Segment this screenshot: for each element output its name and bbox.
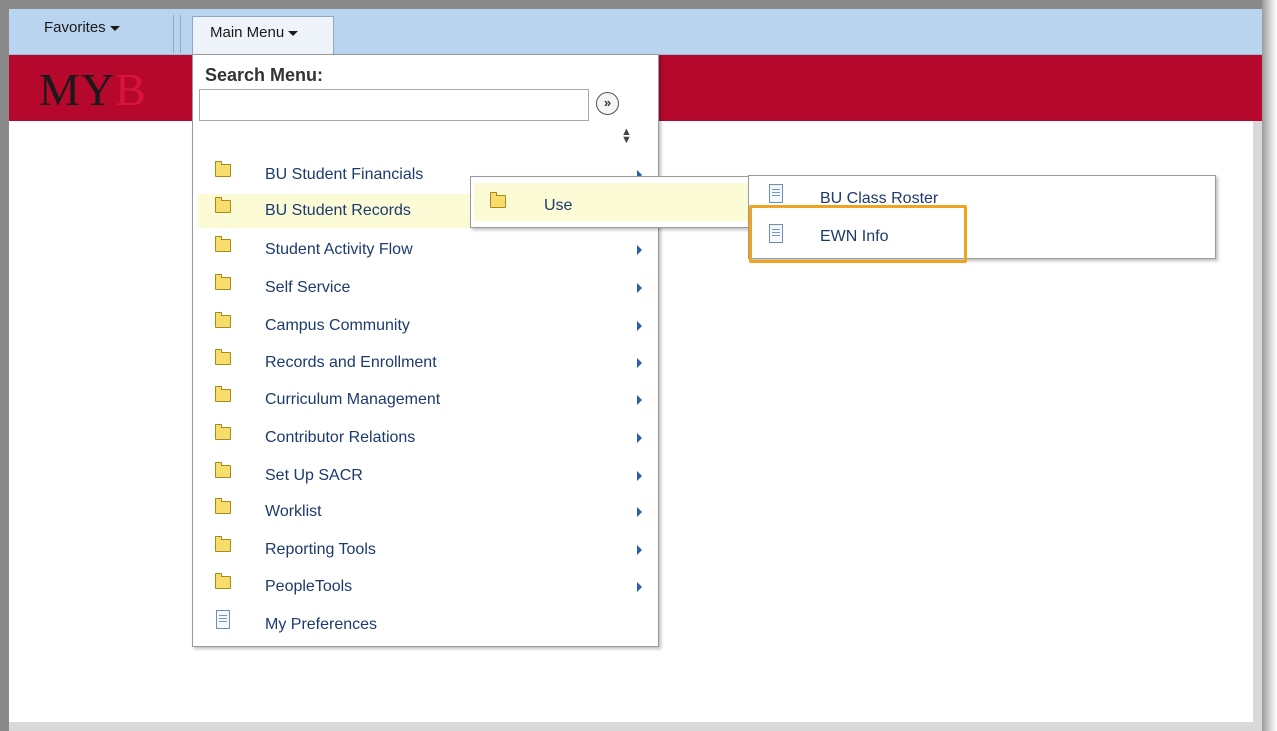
folder-icon — [215, 462, 231, 478]
folder-icon — [490, 192, 506, 208]
menu-item-label: My Preferences — [265, 616, 378, 633]
folder-icon — [215, 236, 231, 252]
menu-item-my-preferences[interactable]: My Preferences — [198, 608, 654, 642]
menu-item-curriculum-management[interactable]: Curriculum Management — [198, 383, 654, 417]
submenu-bu-student-records: Use — [470, 176, 752, 228]
folder-icon — [215, 498, 231, 514]
highlight-box — [749, 205, 967, 263]
menu-item-label: Records and Enrollment — [265, 354, 437, 371]
chevron-right-icon — [637, 321, 642, 331]
site-logo: MYB — [39, 67, 147, 113]
document-icon — [769, 184, 783, 203]
folder-icon — [215, 424, 231, 440]
folder-icon — [215, 274, 231, 290]
main-menu-label: Main Menu — [210, 24, 285, 41]
menu-item-label: Worklist — [265, 503, 322, 520]
menu-item-self-service[interactable]: Self Service — [198, 271, 654, 305]
search-menu-input[interactable] — [199, 89, 589, 121]
menu-item-label: BU Student Records — [265, 202, 411, 219]
sort-updown-icon[interactable]: ▲ ▼ — [621, 127, 632, 146]
chevron-right-icon — [637, 245, 642, 255]
menu-item-label: Set Up SACR — [265, 467, 363, 484]
menu-item-contributor-relations[interactable]: Contributor Relations — [198, 421, 654, 455]
frame-border-left — [0, 0, 9, 731]
chevron-right-icon — [637, 545, 642, 555]
favorites-label: Favorites — [44, 19, 106, 36]
chevron-right-icon — [637, 582, 642, 592]
submenu-item-use[interactable]: Use — [474, 183, 749, 221]
folder-icon — [215, 349, 231, 365]
frame-border-top — [0, 0, 1268, 9]
folder-icon — [215, 386, 231, 402]
folder-icon — [215, 573, 231, 589]
chevron-right-icon — [637, 283, 642, 293]
menu-item-reporting-tools[interactable]: Reporting Tools — [198, 533, 654, 567]
chevron-right-icon — [637, 433, 642, 443]
submenu-item-label: Use — [544, 197, 573, 214]
menu-item-records-and-enrollment[interactable]: Records and Enrollment — [198, 346, 654, 380]
menu-item-campus-community[interactable]: Campus Community — [198, 309, 654, 343]
menu-item-bu-student-records[interactable]: BU Student Records — [198, 194, 478, 228]
search-menu-title: Search Menu: — [205, 65, 324, 85]
logo-text-b: B — [115, 64, 147, 115]
nav-divider — [173, 15, 174, 53]
folder-icon — [215, 161, 231, 177]
double-chevron-right-icon[interactable]: » — [596, 92, 619, 115]
frame-shadow-right — [1262, 0, 1277, 731]
nav-divider — [180, 15, 181, 53]
menu-item-label: Self Service — [265, 279, 351, 296]
menu-item-set-up-sacr[interactable]: Set Up SACR — [198, 459, 654, 493]
chevron-right-icon — [637, 471, 642, 481]
main-menu-dropdown: Search Menu: » ▲ ▼ BU Student Financials … — [192, 54, 659, 647]
caret-down-icon — [109, 25, 120, 31]
menu-item-label: BU Student Financials — [265, 166, 424, 183]
menu-item-worklist[interactable]: Worklist — [198, 495, 654, 529]
top-navbar: Favorites Main Menu — [9, 9, 1262, 55]
chevron-right-icon — [637, 358, 642, 368]
chevron-right-icon — [637, 395, 642, 405]
chevron-right-icon — [637, 507, 642, 517]
caret-down-icon — [288, 30, 299, 36]
menu-item-student-activity-flow[interactable]: Student Activity Flow — [198, 233, 654, 267]
folder-icon — [215, 536, 231, 552]
folder-icon — [215, 312, 231, 328]
folder-icon — [215, 197, 231, 213]
favorites-menu-button[interactable]: Favorites — [44, 19, 120, 36]
menu-item-label: Student Activity Flow — [265, 241, 413, 258]
menu-item-label: Contributor Relations — [265, 429, 416, 446]
menu-item-label: Curriculum Management — [265, 391, 441, 408]
menu-item-label: PeopleTools — [265, 578, 353, 595]
logo-text-my: MY — [39, 64, 116, 115]
menu-item-label: Reporting Tools — [265, 541, 376, 558]
document-icon — [216, 610, 230, 629]
menu-item-peopletools[interactable]: PeopleTools — [198, 570, 654, 604]
main-menu-button[interactable]: Main Menu — [192, 16, 334, 54]
menu-item-label: Campus Community — [265, 317, 410, 334]
